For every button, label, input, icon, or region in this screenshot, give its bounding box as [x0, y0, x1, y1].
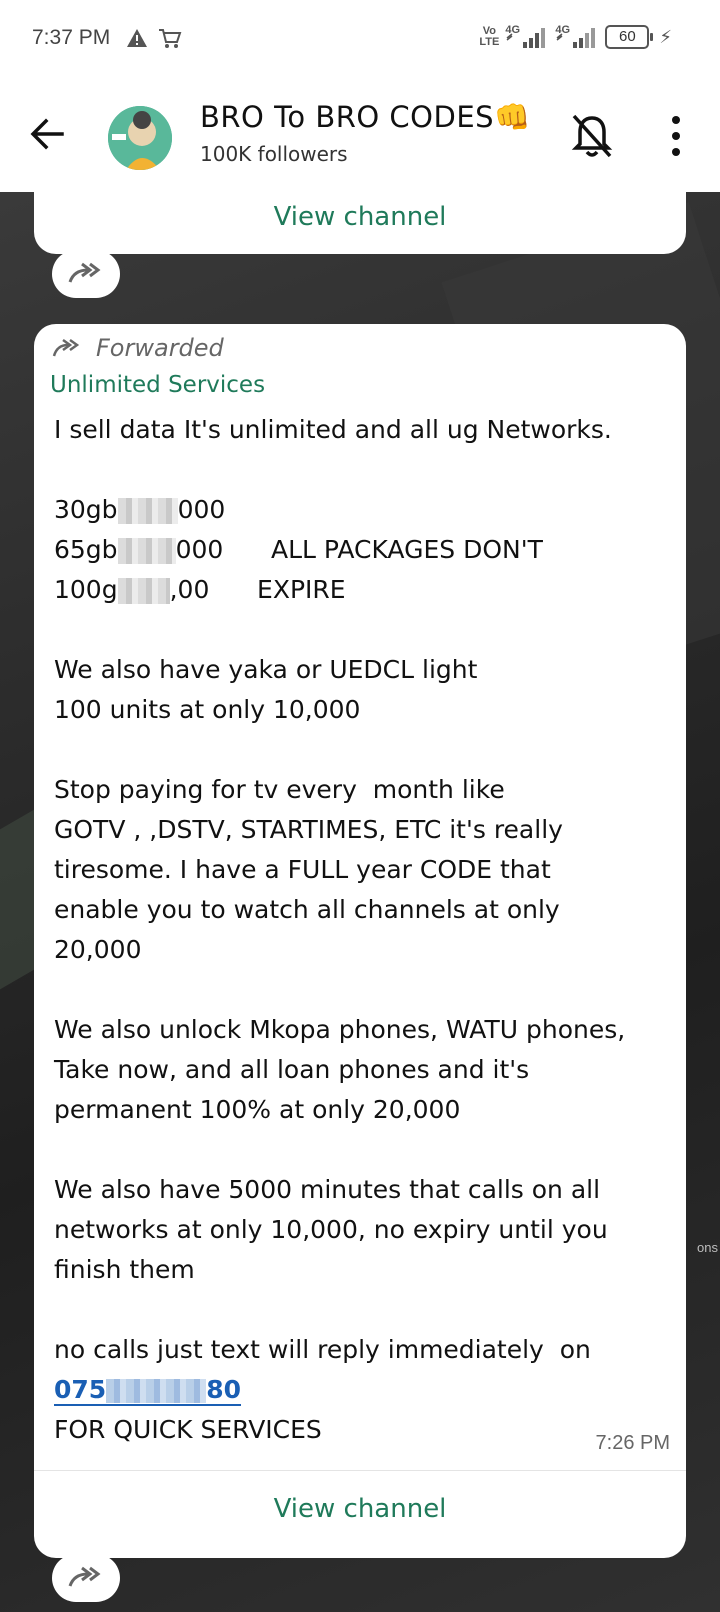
message-card: Forwarded Unlimited Services I sell data… [34, 324, 686, 1558]
message-text: I sell data It's unlimited and all ug Ne… [54, 410, 674, 1450]
message-line: 075 80 [54, 1370, 674, 1410]
channel-title: BRO To BRO CODES👊 [200, 100, 531, 134]
message-timestamp: 7:26 PM [595, 1432, 670, 1454]
back-arrow-icon[interactable] [26, 112, 70, 156]
forward-icon [52, 338, 80, 357]
message-line: 65gb 000 ALL PACKAGES DON'T [54, 535, 543, 564]
volte-indicator: Vo LTE [479, 25, 500, 48]
message-line: 20,000 [54, 935, 142, 964]
divider [34, 1470, 686, 1471]
message-line: Stop paying for tv every month like [54, 775, 505, 804]
message-line: FOR QUICK SERVICES [54, 1415, 322, 1444]
message-line: networks at only 10,000, no expiry until… [54, 1215, 608, 1244]
message-line: We also unlock Mkopa phones, WATU phones… [54, 1015, 626, 1044]
message-line: tiresome. I have a FULL year CODE that [54, 855, 551, 884]
redacted-text [117, 538, 176, 564]
forward-icon [68, 262, 101, 283]
forwarded-label: Forwarded [96, 334, 224, 362]
message-line: We also have yaka or UEDCL light [54, 655, 478, 684]
message-line [54, 1290, 674, 1330]
mute-bell-icon[interactable] [570, 112, 614, 160]
redacted-text [117, 498, 178, 524]
message-line [54, 450, 674, 490]
redacted-text [117, 578, 170, 604]
view-channel-button[interactable]: View channel [34, 192, 686, 242]
more-options-icon[interactable] [664, 114, 688, 158]
signal-icon: 4G [505, 24, 549, 50]
background-text: ons [697, 1240, 718, 1255]
warning-icon [127, 29, 147, 47]
forwarded-indicator: Forwarded [52, 330, 224, 366]
message-line: Take now, and all loan phones and it's [54, 1055, 530, 1084]
message-line [54, 610, 674, 650]
channel-followers: 100K followers [200, 142, 348, 166]
channel-avatar[interactable] [108, 106, 172, 170]
message-line: 100 units at only 10,000 [54, 695, 361, 724]
message-line [54, 730, 674, 770]
shopping-cart-icon [159, 29, 182, 48]
status-bar: 7:37 PM Vo LTE 4G 4G 60 ⚡ [0, 0, 720, 80]
message-line: We also have 5000 minutes that calls on … [54, 1175, 601, 1204]
message-line: 30gb 000 [54, 495, 226, 524]
message-line: 100g ,00 EXPIRE [54, 575, 346, 604]
message-line: permanent 100% at only 20,000 [54, 1095, 461, 1124]
message-line [54, 1130, 674, 1170]
forward-icon [68, 1566, 101, 1587]
status-time: 7:37 PM [32, 26, 111, 49]
message-line: GOTV , ,DSTV, STARTIMES, ETC it's really [54, 815, 563, 844]
channel-header: BRO To BRO CODES👊 100K followers [0, 80, 720, 192]
message-line: finish them [54, 1255, 195, 1284]
redacted-text [106, 1379, 207, 1403]
forward-button[interactable] [52, 1554, 120, 1602]
forward-button[interactable] [52, 250, 120, 298]
phone-number-link[interactable]: 075 80 [54, 1375, 241, 1406]
battery-indicator: 60 [605, 25, 654, 49]
previous-message-card: View channel [34, 192, 686, 254]
message-line [54, 970, 674, 1010]
message-line: enable you to watch all channels at only [54, 895, 560, 924]
message-line: no calls just text will reply immediatel… [54, 1335, 591, 1364]
view-channel-button[interactable]: View channel [34, 1484, 686, 1534]
signal-icon: 4G [555, 24, 599, 50]
sender-name[interactable]: Unlimited Services [50, 372, 265, 398]
charging-icon: ⚡ [659, 26, 672, 48]
status-indicators: Vo LTE 4G 4G 60 ⚡ [479, 24, 672, 50]
message-line: I sell data It's unlimited and all ug Ne… [54, 415, 612, 444]
